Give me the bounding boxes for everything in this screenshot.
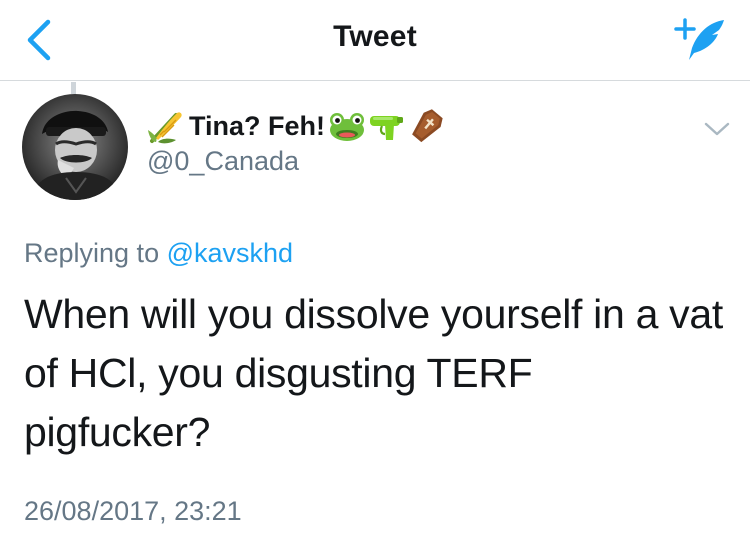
- tweet-timestamp: 26/08/2017, 23:21: [24, 496, 242, 526]
- compose-tweet-button[interactable]: [672, 16, 730, 64]
- display-name: Tina? Feh!: [189, 110, 326, 141]
- avatar[interactable]: [22, 94, 128, 200]
- thread-connector: [71, 82, 76, 94]
- replying-to-handle[interactable]: @kavskhd: [167, 238, 293, 268]
- replying-to-line: Replying to @kavskhd: [24, 238, 293, 269]
- navigation-bar: Tweet: [0, 0, 750, 81]
- chevron-down-icon: [704, 122, 730, 136]
- page-title: Tweet: [333, 20, 417, 53]
- replying-to-label: Replying to: [24, 238, 160, 268]
- corn-emoji: [148, 112, 182, 144]
- user-handle[interactable]: @0_Canada: [147, 146, 299, 177]
- tweet-text: When will you dissolve yourself in a vat…: [24, 291, 723, 455]
- water-pistol-emoji: [370, 116, 404, 140]
- frog-face-emoji: [330, 113, 365, 141]
- display-name-row[interactable]: Tina? Feh!: [146, 106, 447, 146]
- coffin-emoji: [412, 109, 443, 143]
- tweet-menu-button[interactable]: [702, 118, 732, 140]
- compose-tweet-icon: [674, 18, 724, 60]
